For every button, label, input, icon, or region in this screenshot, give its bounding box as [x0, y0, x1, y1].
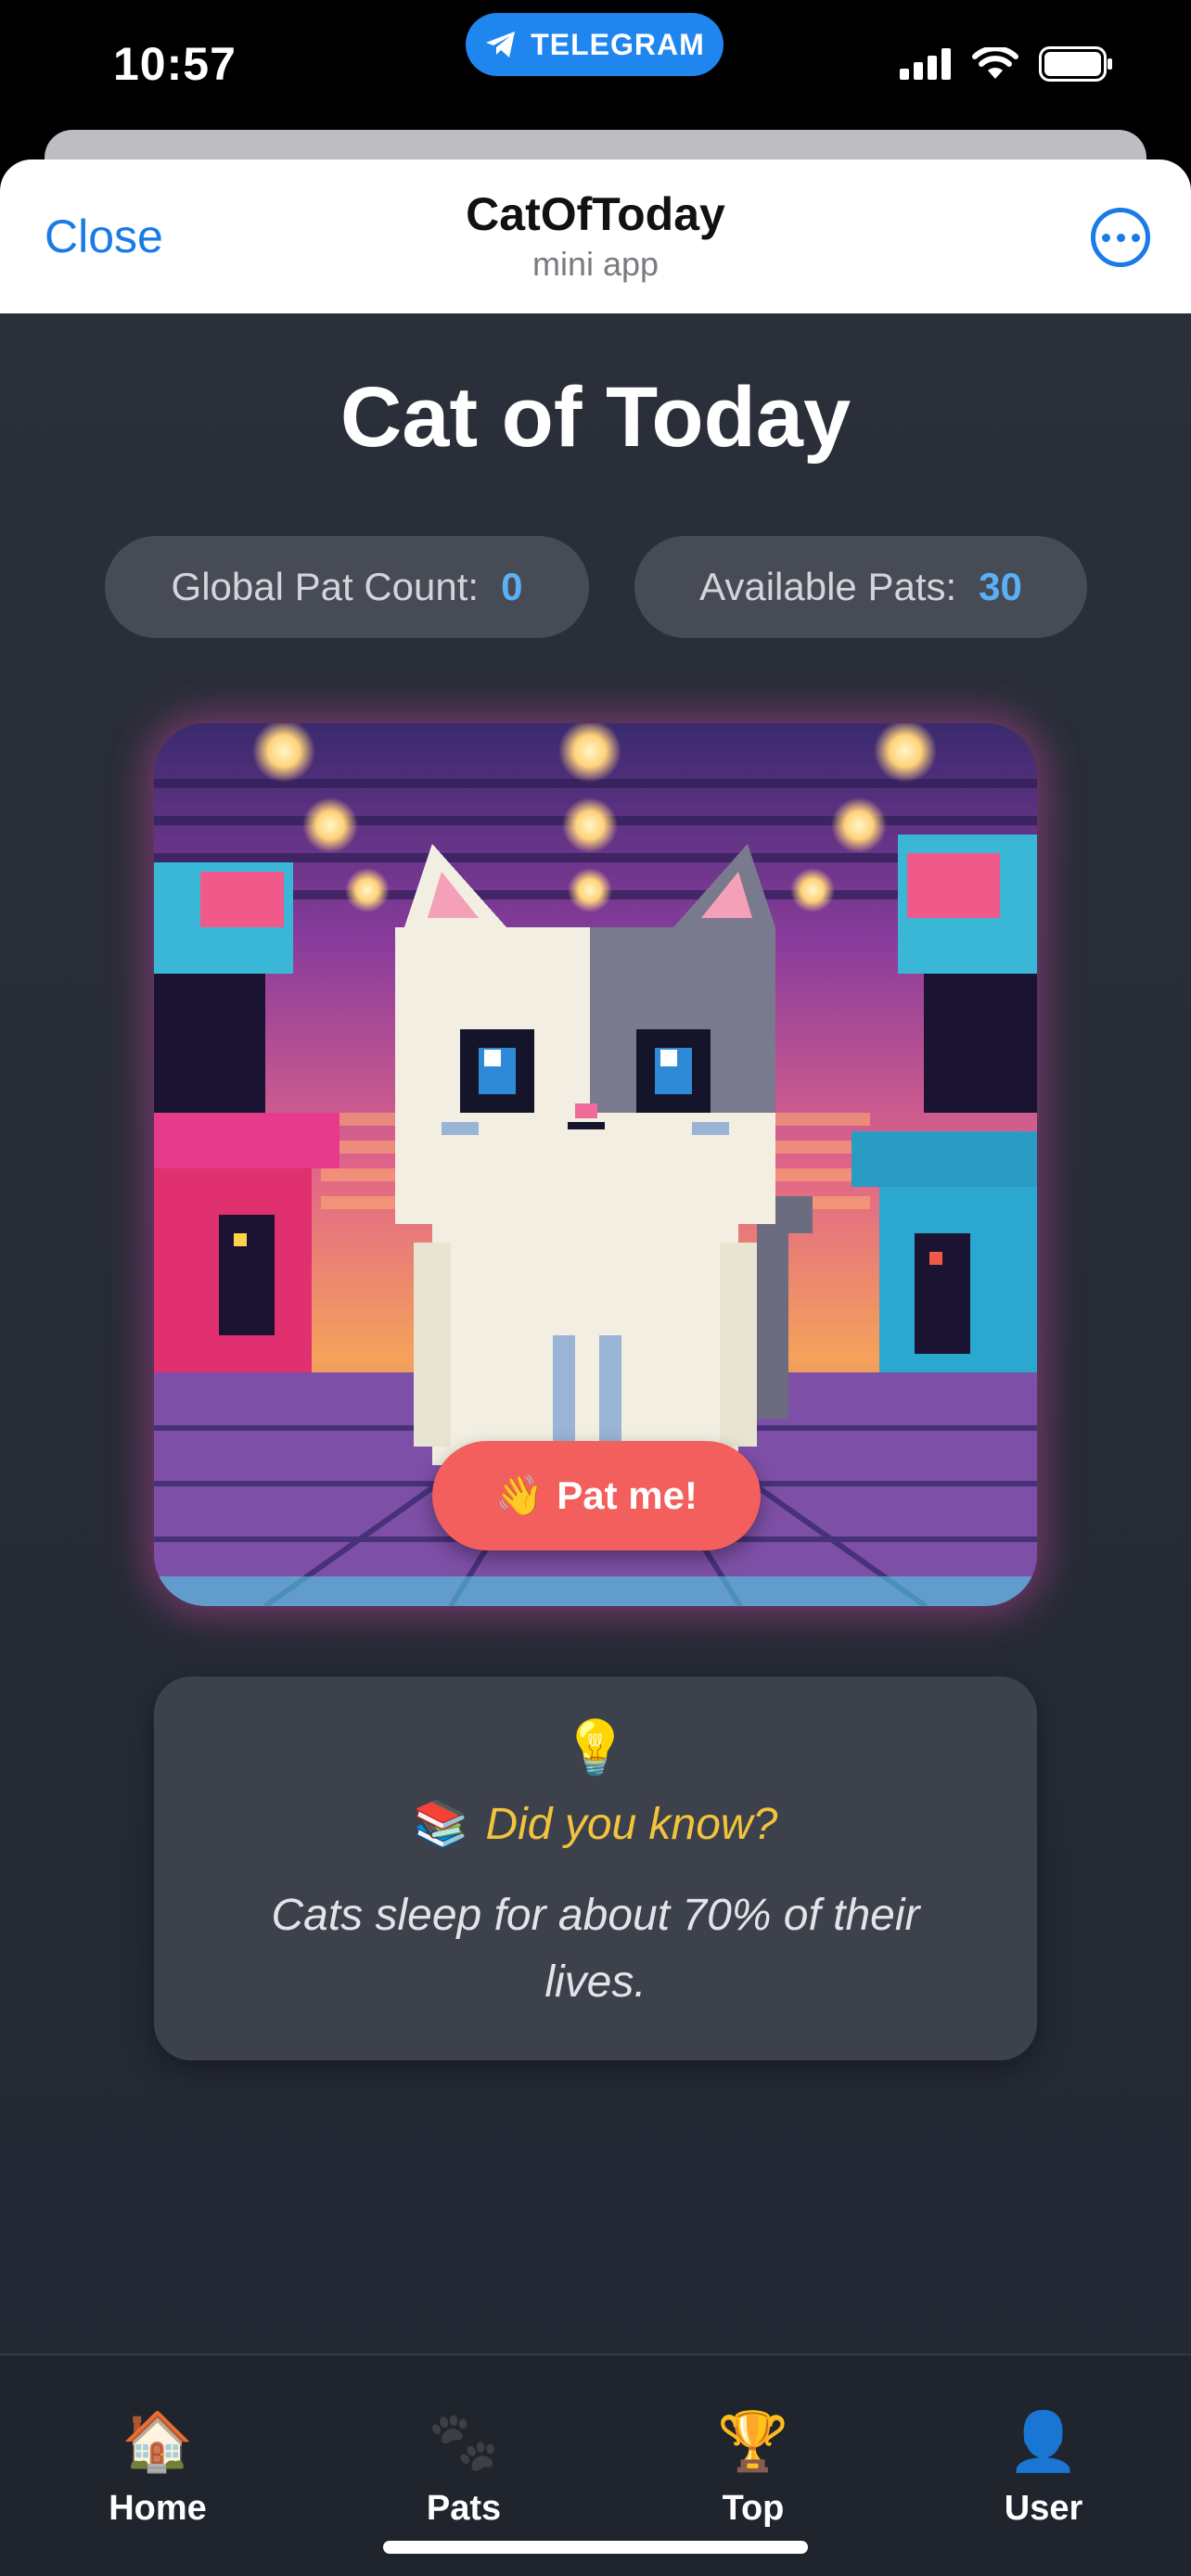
pat-me-button[interactable]: 👋 Pat me!: [432, 1441, 761, 1550]
waving-hand-icon: 👋: [494, 1473, 544, 1517]
paw-prints-icon: 🐾: [428, 2410, 500, 2474]
telegram-icon: [484, 30, 518, 59]
available-pats-badge: Available Pats: 30: [634, 536, 1087, 638]
trophy-icon: 🏆: [717, 2410, 789, 2474]
tab-home[interactable]: 🏠 Home: [46, 2407, 269, 2529]
global-pat-count-badge: Global Pat Count: 0: [105, 536, 589, 638]
app-subtitle: mini app: [531, 245, 660, 283]
global-pat-count-label: Global Pat Count:: [171, 565, 480, 608]
page-title: Cat of Today: [339, 370, 852, 465]
light-bulb-icon: 💡: [561, 1718, 630, 1779]
mini-app-header: Close CatOfToday mini app: [0, 159, 1191, 313]
pat-me-label: Pat me!: [557, 1473, 698, 1517]
house-icon: 🏠: [122, 2410, 194, 2474]
telegram-pill[interactable]: TELEGRAM: [466, 13, 724, 76]
wifi-icon: [972, 45, 1018, 85]
status-bar: 10:57 TELEGRAM: [0, 0, 1191, 130]
tab-pats-label: Pats: [426, 2489, 502, 2528]
tab-home-label: Home: [109, 2489, 207, 2528]
user-silhouette-icon: 👤: [1007, 2410, 1080, 2474]
cellular-signal-icon: [900, 48, 952, 84]
app-body: Cat of Today Global Pat Count: 0 Availab…: [0, 313, 1191, 2576]
available-pats-value: 30: [979, 565, 1022, 608]
tab-top[interactable]: 🏆 Top: [642, 2407, 864, 2529]
fact-heading: 📚 Did you know?: [154, 1797, 1037, 1850]
fact-text: Cats sleep for about 70% of their lives.: [271, 1891, 920, 2007]
telegram-label: TELEGRAM: [531, 27, 705, 61]
home-indicator[interactable]: [383, 2541, 808, 2554]
available-pats-label: Available Pats:: [699, 565, 957, 608]
fact-heading-text: Did you know?: [485, 1800, 778, 1849]
battery-icon: [1039, 46, 1113, 86]
tab-top-label: Top: [722, 2489, 785, 2528]
tab-user-label: User: [1004, 2489, 1083, 2528]
fun-fact-card: 💡 📚 Did you know? Cats sleep for about 70…: [154, 1677, 1037, 2060]
tab-pats[interactable]: 🐾 Pats: [352, 2407, 575, 2529]
ellipsis-circle-icon[interactable]: [1091, 208, 1150, 267]
app-title: CatOfToday: [466, 188, 725, 240]
status-indicators: [900, 45, 1113, 86]
tab-user[interactable]: 👤 User: [932, 2407, 1155, 2529]
global-pat-count-value: 0: [501, 565, 523, 608]
books-icon: 📚: [413, 1800, 469, 1849]
status-time: 10:57: [113, 38, 237, 90]
